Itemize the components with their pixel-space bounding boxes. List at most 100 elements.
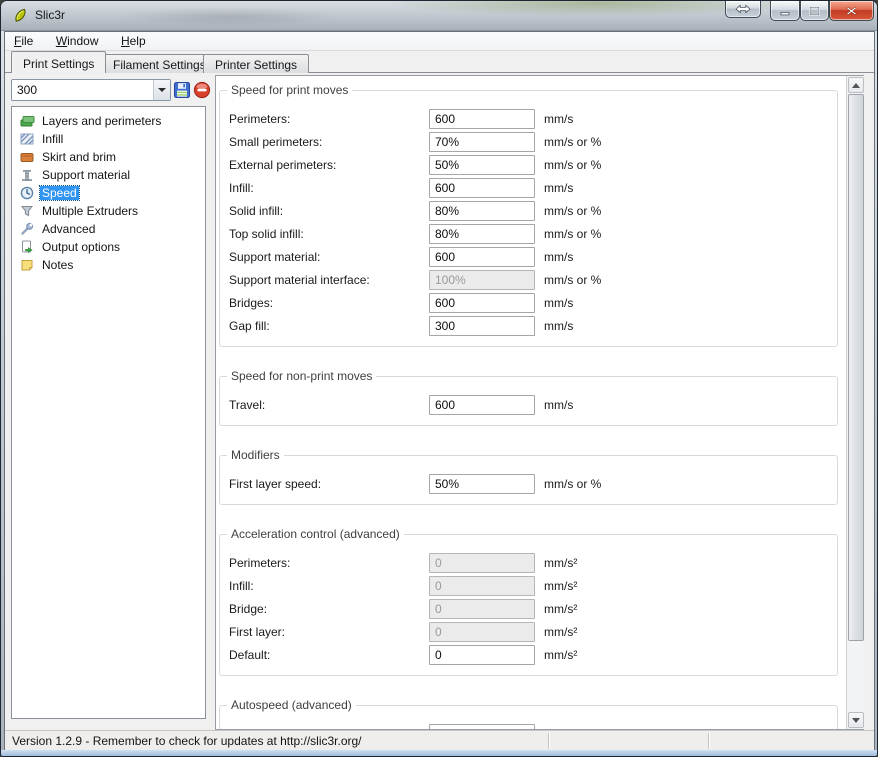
- settings-row: Support material interface:mm/s or %: [229, 268, 827, 291]
- settings-panel: Speed for print movesPerimeters:mm/sSmal…: [216, 76, 846, 729]
- sidebar-item-label: Speed: [40, 186, 79, 200]
- client-area: File Window Help Print Settings Filament…: [4, 31, 875, 752]
- tab-filament-settings[interactable]: Filament Settings: [101, 54, 218, 73]
- infill-input[interactable]: [429, 178, 535, 198]
- travel-input[interactable]: [429, 395, 535, 415]
- scroll-up-icon[interactable]: [848, 77, 864, 93]
- sidebar-item-label: Skirt and brim: [40, 150, 118, 164]
- sidebar-item-advanced[interactable]: Advanced: [12, 220, 205, 238]
- group-title: Autospeed (advanced): [227, 698, 356, 712]
- advanced-icon: [19, 222, 35, 236]
- resize-horizontal-icon[interactable]: [725, 1, 761, 18]
- settings-row: Infill: mm/s²: [229, 574, 827, 597]
- group-modifiers: ModifiersFirst layer speed:mm/s or %: [219, 455, 838, 505]
- gap-fill-input[interactable]: [429, 316, 535, 336]
- notes-icon: [19, 258, 35, 272]
- field-unit: mm/s: [544, 296, 573, 310]
- field-label: Perimeters:: [229, 556, 429, 570]
- support-material-icon: [19, 168, 35, 182]
- status-bar: Version 1.2.9 - Remember to check for up…: [5, 730, 874, 751]
- small-perimeters-input[interactable]: [429, 132, 535, 152]
- field-label: Bridges:: [229, 296, 429, 310]
- settings-row: First layer: mm/s²: [229, 620, 827, 643]
- chevron-down-icon[interactable]: [153, 80, 170, 100]
- field-input[interactable]: [429, 724, 535, 730]
- scroll-down-icon[interactable]: [848, 712, 864, 728]
- menu-window[interactable]: Window: [47, 32, 108, 48]
- field-unit: mm/s²: [544, 602, 577, 616]
- sidebar-item-skirt-and-brim[interactable]: Skirt and brim: [12, 148, 205, 166]
- save-preset-icon[interactable]: [172, 80, 192, 100]
- sidebar-item-label: Support material: [40, 168, 132, 182]
- output-options-icon: [19, 240, 35, 254]
- top-solid-infill-input[interactable]: [429, 224, 535, 244]
- window-title: Slic3r: [35, 8, 65, 22]
- field-unit: mm/s or %: [544, 273, 601, 287]
- external-perimeters-input[interactable]: [429, 155, 535, 175]
- sidebar-item-infill[interactable]: Infill: [12, 130, 205, 148]
- sidebar-item-support-material[interactable]: Support material: [12, 166, 205, 184]
- menu-help[interactable]: Help: [112, 32, 155, 48]
- sidebar-tree: Layers and perimetersInfill Skirt and bri…: [11, 106, 206, 719]
- field-label: Infill:: [229, 579, 429, 593]
- sidebar-item-output-options[interactable]: Output options: [12, 238, 205, 256]
- vertical-scrollbar[interactable]: [846, 76, 864, 729]
- status-separator: [548, 733, 549, 749]
- field-unit: mm/s²: [544, 579, 577, 593]
- status-text: Version 1.2.9 - Remember to check for up…: [12, 734, 362, 748]
- field-label: First layer:: [229, 625, 429, 639]
- settings-row: [229, 722, 827, 729]
- field-label: Gap fill:: [229, 319, 429, 333]
- field-unit: mm/s: [544, 181, 573, 195]
- bridges-input[interactable]: [429, 293, 535, 313]
- sidebar-item-multiple-extruders[interactable]: Multiple Extruders: [12, 202, 205, 220]
- group-title: Acceleration control (advanced): [227, 527, 404, 541]
- default-input[interactable]: [429, 645, 535, 665]
- field-unit: mm/s or %: [544, 135, 601, 149]
- settings-row: Solid infill:mm/s or %: [229, 199, 827, 222]
- close-icon[interactable]: [829, 1, 874, 21]
- field-label: Bridge:: [229, 602, 429, 616]
- maximize-icon[interactable]: [800, 1, 829, 21]
- sidebar-item-notes[interactable]: Notes: [12, 256, 205, 274]
- multiple-extruders-icon: [19, 204, 35, 218]
- sidebar-item-layers-and-perimeters[interactable]: Layers and perimeters: [12, 112, 205, 130]
- group-speed-for-non-print-moves: Speed for non-print movesTravel:mm/s: [219, 376, 838, 426]
- settings-row: Perimeters:mm/s: [229, 107, 827, 130]
- field-unit: mm/s or %: [544, 158, 601, 172]
- perimeters-input: [429, 553, 535, 573]
- sidebar-item-label: Advanced: [40, 222, 97, 236]
- tab-print-settings[interactable]: Print Settings: [11, 51, 106, 73]
- field-unit: mm/s²: [544, 625, 577, 639]
- preset-select[interactable]: 300: [11, 79, 171, 101]
- minimize-icon[interactable]: [770, 1, 800, 21]
- field-label: Top solid infill:: [229, 227, 429, 241]
- field-unit: mm/s or %: [544, 477, 601, 491]
- tab-printer-settings[interactable]: Printer Settings: [203, 54, 309, 73]
- settings-row: Perimeters:mm/s²: [229, 551, 827, 574]
- field-label: First layer speed:: [229, 477, 429, 491]
- layers-icon: [19, 114, 35, 128]
- delete-preset-icon[interactable]: [192, 80, 212, 100]
- field-label: Perimeters:: [229, 112, 429, 126]
- group-title: Modifiers: [227, 448, 284, 462]
- group-title: Speed for print moves: [227, 83, 352, 97]
- field-label: Support material:: [229, 250, 429, 264]
- solid-infill-input[interactable]: [429, 201, 535, 221]
- field-unit: mm/s: [544, 398, 573, 412]
- menu-file[interactable]: File: [5, 32, 42, 48]
- bridge-input: [429, 599, 535, 619]
- first-layer-input: [429, 622, 535, 642]
- scrollbar-thumb[interactable]: [848, 94, 864, 641]
- app-window: Slic3r File Window Help: [0, 0, 878, 757]
- sidebar-item-speed[interactable]: Speed: [12, 184, 205, 202]
- support-material-input[interactable]: [429, 247, 535, 267]
- title-bar[interactable]: Slic3r: [1, 1, 877, 31]
- settings-row: Small perimeters:mm/s or %: [229, 130, 827, 153]
- settings-row: External perimeters:mm/s or %: [229, 153, 827, 176]
- infill-icon: [19, 132, 35, 146]
- sidebar-item-label: Multiple Extruders: [40, 204, 140, 218]
- settings-row: Bridges: mm/s: [229, 291, 827, 314]
- first-layer-speed-input[interactable]: [429, 474, 535, 494]
- perimeters-input[interactable]: [429, 109, 535, 129]
